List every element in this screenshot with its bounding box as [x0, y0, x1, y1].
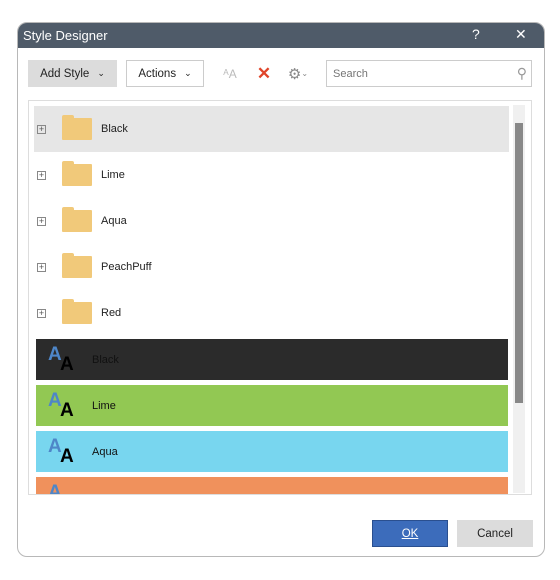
help-button[interactable]: ?: [472, 26, 480, 42]
expand-icon[interactable]: +: [37, 216, 46, 226]
style-label: Aqua: [92, 445, 118, 458]
expand-icon[interactable]: +: [37, 308, 46, 318]
text-style-icon: AA: [48, 481, 74, 495]
folder-icon: [62, 299, 92, 324]
actions-button[interactable]: Actions ⌄: [126, 60, 204, 87]
text-style-icon: AA: [48, 389, 74, 421]
delete-icon[interactable]: ✕: [254, 60, 274, 87]
folder-icon: [62, 207, 92, 232]
search-input[interactable]: [331, 66, 491, 81]
folder-row[interactable]: + Red: [34, 290, 509, 336]
folder-label: PeachPuff: [101, 261, 152, 273]
chevron-down-icon: ⌄: [184, 68, 192, 78]
window-title: Style Designer: [23, 28, 108, 43]
text-style-icon: AA: [48, 343, 74, 375]
folder-row[interactable]: + Aqua: [34, 198, 509, 244]
cancel-button[interactable]: Cancel: [457, 520, 533, 547]
folder-row[interactable]: + Black: [34, 106, 509, 152]
cancel-label: Cancel: [477, 527, 513, 540]
folder-label: Lime: [101, 169, 125, 181]
style-row[interactable]: A A Lime: [36, 385, 508, 426]
close-button[interactable]: ✕: [515, 26, 527, 43]
expand-icon[interactable]: +: [37, 124, 46, 134]
folder-row[interactable]: + Lime: [34, 152, 509, 198]
folder-label: Black: [101, 123, 128, 135]
folder-icon: [62, 161, 92, 186]
style-list: + Black + Lime + Aqua + PeachPuff + Red A A Bla…: [28, 100, 532, 495]
ok-label: OK: [401, 527, 419, 540]
add-style-button[interactable]: Add Style ⌄: [28, 60, 117, 87]
font-style-icon[interactable]: ᴬA: [220, 60, 240, 87]
folder-label: Red: [101, 307, 122, 319]
search-box[interactable]: ⚲: [326, 60, 532, 87]
chevron-down-icon: ⌄: [97, 68, 105, 78]
style-label: Black: [92, 353, 119, 366]
scrollbar-thumb[interactable]: [515, 123, 523, 403]
expand-icon[interactable]: +: [37, 170, 46, 180]
folder-row[interactable]: + PeachPuff: [34, 244, 509, 290]
style-row[interactable]: A A Aqua: [36, 431, 508, 472]
title-bar: Style Designer ? ✕: [18, 23, 544, 48]
text-style-icon: AA: [48, 435, 74, 467]
folder-icon: [62, 115, 92, 140]
style-label: Lime: [92, 399, 116, 412]
search-icon[interactable]: ⚲: [517, 65, 527, 82]
folder-label: Aqua: [101, 215, 127, 227]
ok-button[interactable]: OK: [372, 520, 448, 547]
add-style-label: Add Style: [40, 67, 90, 80]
style-row[interactable]: AA: [36, 477, 508, 495]
expand-icon[interactable]: +: [37, 262, 46, 272]
folder-icon: [62, 253, 92, 278]
style-designer-dialog: Style Designer ? ✕ Add Style ⌄ Actions ⌄ ᴬ…: [17, 22, 545, 557]
gear-icon[interactable]: ⚙ ⌄: [284, 60, 312, 87]
style-row[interactable]: A A Black: [36, 339, 508, 380]
scrollbar[interactable]: [513, 105, 525, 493]
actions-label: Actions: [138, 67, 177, 80]
